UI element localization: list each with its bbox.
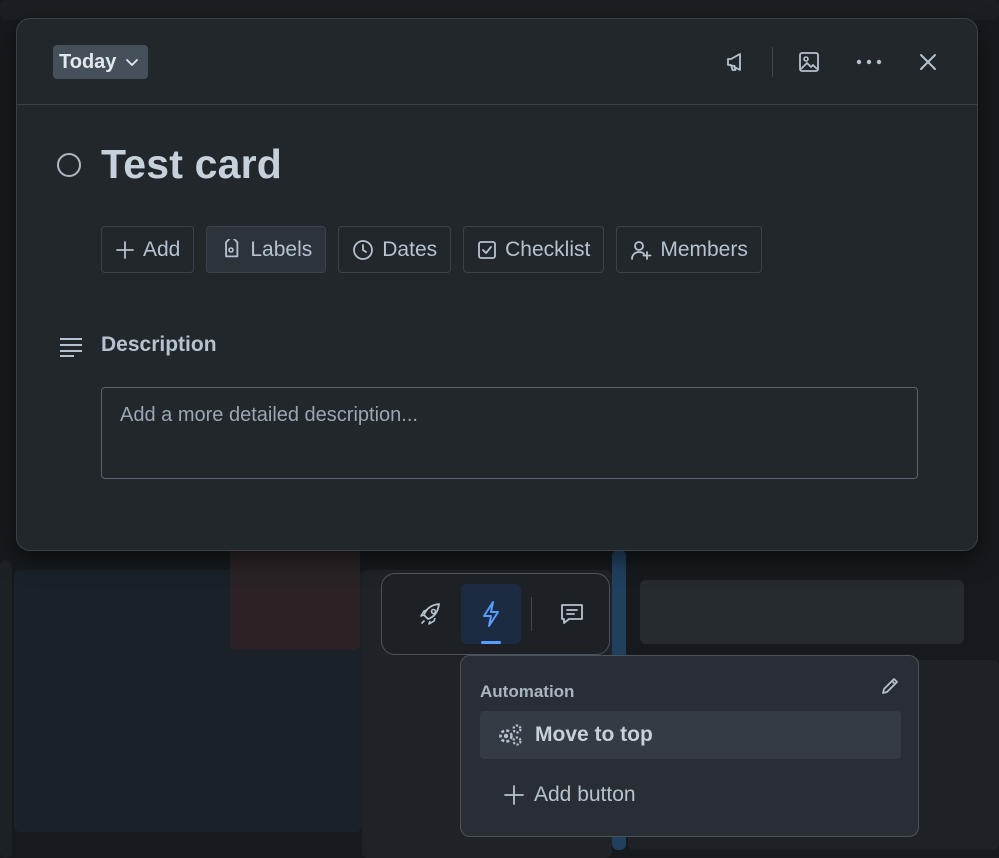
add-automation-button[interactable]: Add button <box>480 773 660 817</box>
card-title[interactable]: Test card <box>101 141 282 188</box>
card-actions: Add Labels Dates Checklist Members <box>101 226 762 273</box>
more-options-button[interactable] <box>850 43 888 81</box>
move-to-top-button[interactable]: Move to top <box>480 711 901 759</box>
gears-icon <box>497 723 523 747</box>
add-button[interactable]: Add <box>101 226 195 273</box>
close-icon <box>918 52 938 72</box>
image-icon <box>797 50 821 74</box>
checklist-button[interactable]: Checklist <box>463 226 605 273</box>
add-automation-label: Add button <box>534 783 636 806</box>
card-toolbar <box>381 573 610 655</box>
rocket-icon <box>418 601 444 627</box>
move-to-top-label: Move to top <box>535 723 653 746</box>
checklist-label: Checklist <box>505 237 591 261</box>
labels-label: Labels <box>250 237 313 261</box>
automation-panel: Automation Move to top Add button <box>460 655 919 837</box>
cover-image-button[interactable] <box>790 43 828 81</box>
pencil-icon <box>880 676 900 696</box>
add-member-icon <box>630 239 652 261</box>
automation-title: Automation <box>480 682 575 701</box>
members-label: Members <box>660 237 748 261</box>
dates-label: Dates <box>382 237 438 261</box>
dates-button[interactable]: Dates <box>338 226 452 273</box>
description-heading: Description <box>101 333 217 356</box>
modal-header: Today <box>17 19 977 105</box>
card-modal: Today Test card Add Labels Dates Checkli… <box>16 18 978 551</box>
more-icon <box>856 58 882 66</box>
toolbar-divider <box>531 597 532 631</box>
power-ups-button[interactable] <box>401 584 461 644</box>
comments-button[interactable] <box>542 584 602 644</box>
lightning-icon <box>480 600 502 628</box>
members-button[interactable]: Members <box>616 226 762 273</box>
mark-complete-checkbox[interactable] <box>57 153 81 177</box>
comment-icon <box>559 601 585 627</box>
automation-button[interactable] <box>461 584 521 644</box>
chevron-down-icon <box>124 54 140 70</box>
description-input[interactable]: Add a more detailed description... <box>101 387 918 479</box>
list-selector[interactable]: Today <box>53 45 149 79</box>
megaphone-icon <box>724 50 748 74</box>
clock-icon <box>352 239 374 261</box>
edit-automation-button[interactable] <box>880 676 900 696</box>
close-button[interactable] <box>909 43 947 81</box>
list-name: Today <box>59 50 117 73</box>
add-label: Add <box>143 237 181 261</box>
plus-icon <box>504 785 524 805</box>
plus-icon <box>115 240 135 260</box>
tag-icon <box>220 238 242 261</box>
checkbox-icon <box>477 240 497 260</box>
labels-button[interactable]: Labels <box>206 226 327 273</box>
header-divider <box>772 47 773 77</box>
announcement-button[interactable] <box>717 43 755 81</box>
description-icon <box>59 337 83 357</box>
